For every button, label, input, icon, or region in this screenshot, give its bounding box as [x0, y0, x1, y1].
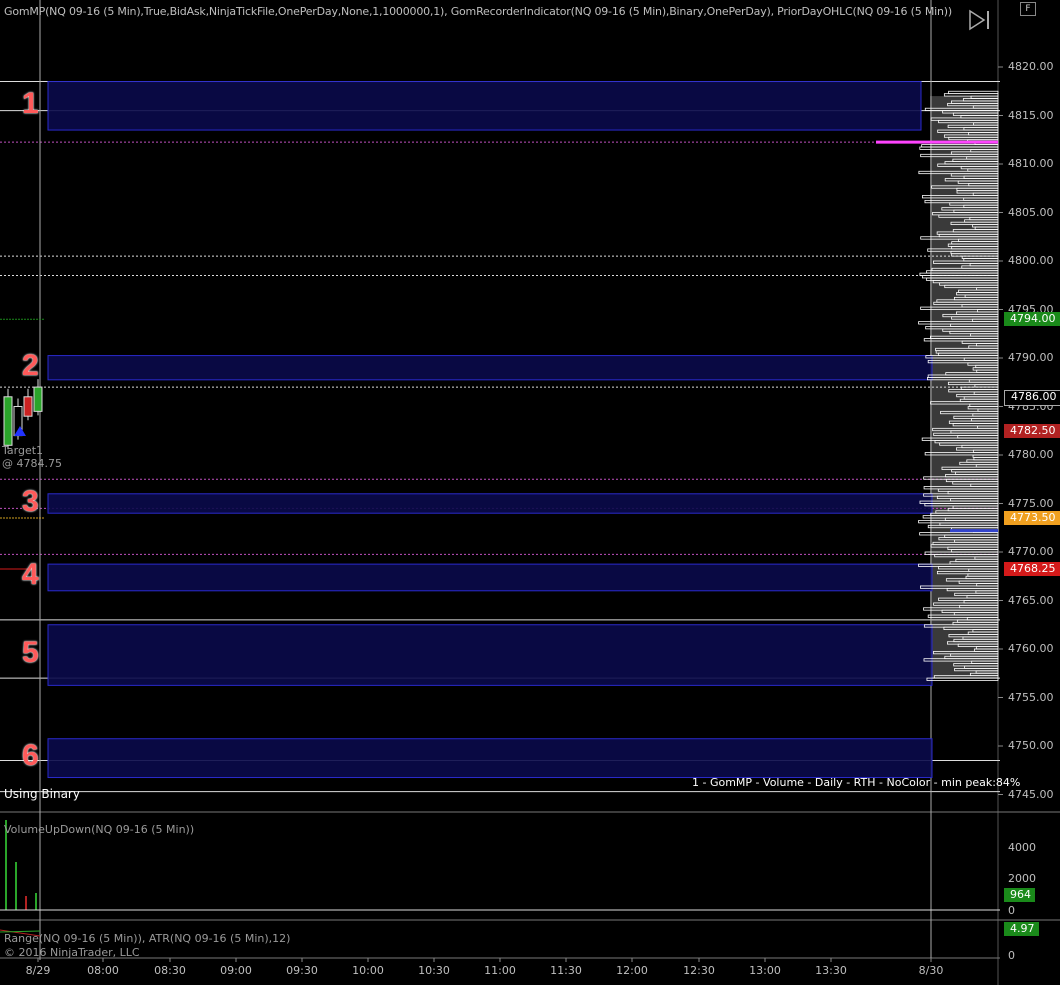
chart-canvas[interactable]: [0, 0, 1060, 985]
price-tick-label: 4810.00: [1008, 157, 1054, 170]
target-order-label[interactable]: Target1 @ 4784.75: [2, 444, 62, 470]
zone-rect-5: [47, 624, 933, 686]
price-tick-label: 4780.00: [1008, 448, 1054, 461]
target-price: @ 4784.75: [2, 457, 62, 470]
price-tick-label: 4760.00: [1008, 642, 1054, 655]
candle-body: [33, 386, 43, 412]
volume-flag: 964: [1004, 888, 1035, 902]
price-tick-label: 4770.00: [1008, 545, 1054, 558]
candle-body: [23, 396, 33, 417]
price-flag: 4773.50: [1004, 511, 1060, 526]
time-tick-label: 10:00: [352, 964, 384, 977]
time-tick-label: 09:00: [220, 964, 252, 977]
volume-panel-title: VolumeUpDown(NQ 09-16 (5 Min)): [4, 823, 195, 836]
price-tick-label: 4765.00: [1008, 593, 1054, 607]
candle-body: [3, 396, 13, 446]
time-tick-label: 8/29: [25, 964, 51, 977]
time-tick-label: 13:30: [815, 964, 847, 977]
scroll-to-end-button[interactable]: [966, 8, 994, 32]
zone-number-4: 4: [22, 558, 39, 592]
time-tick-label: 12:00: [616, 964, 648, 977]
zone-number-6: 6: [22, 739, 39, 773]
price-flag: 4794.00: [1004, 312, 1060, 327]
range-flag: 4.97: [1004, 922, 1039, 936]
volume-tick-label: 0: [1008, 904, 1015, 917]
skip-end-icon: [969, 9, 989, 31]
range-tick-label: 0: [1008, 949, 1015, 962]
zone-rect-2: [47, 355, 933, 381]
price-tick-label: 4815.00: [1008, 108, 1054, 122]
time-tick-label: 08:30: [154, 964, 186, 977]
time-tick-label: 09:30: [286, 964, 318, 977]
price-tick-label: 4775.00: [1008, 496, 1054, 510]
zone-rect-6: [47, 738, 933, 779]
zone-rect-4: [47, 563, 933, 592]
price-tick-label: 4805.00: [1008, 205, 1054, 219]
zone-number-2: 2: [22, 348, 39, 382]
float-button[interactable]: F: [1020, 2, 1036, 16]
time-tick-label: 11:00: [484, 964, 516, 977]
profile-summary-text: 1 - GomMP - Volume - Daily - RTH - NoCol…: [692, 776, 1021, 789]
target-name: Target1: [2, 444, 44, 457]
price-tick-label: 4745.00: [1008, 787, 1054, 801]
indicator-header: GomMP(NQ 09-16 (5 Min),True,BidAsk,Ninja…: [4, 5, 952, 18]
price-tick-label: 4800.00: [1008, 254, 1054, 267]
zone-number-5: 5: [22, 636, 39, 670]
time-tick-label: 11:30: [550, 964, 582, 977]
time-tick-label: 13:00: [749, 964, 781, 977]
volume-tick-label: 4000: [1008, 841, 1036, 854]
zone-number-3: 3: [22, 484, 39, 518]
time-tick-label: 08:00: [87, 964, 119, 977]
price-tick-label: 4790.00: [1008, 351, 1054, 364]
price-tick-label: 4750.00: [1008, 739, 1054, 752]
profile-row: [926, 677, 999, 681]
range-panel-title: Range(NQ 09-16 (5 Min)), ATR(NQ 09-16 (5…: [4, 932, 291, 945]
price-flag: 4782.50: [1004, 423, 1060, 438]
zone-rect-1: [47, 81, 922, 131]
price-tick-label: 4755.00: [1008, 690, 1054, 704]
price-tick-label: 4820.00: [1008, 60, 1054, 73]
recorder-mode-text: Using Binary: [4, 787, 80, 801]
time-tick-label: 12:30: [683, 964, 715, 977]
zone-rect-3: [47, 493, 933, 514]
time-tick-label: 8/30: [918, 964, 944, 977]
volume-tick-label: 2000: [1008, 872, 1036, 885]
price-flag: 4786.00: [1004, 389, 1060, 406]
copyright-text: © 2016 NinjaTrader, LLC: [4, 946, 140, 959]
time-tick-label: 10:30: [418, 964, 450, 977]
zone-number-1: 1: [22, 86, 39, 120]
price-flag: 4768.25: [1004, 561, 1060, 576]
